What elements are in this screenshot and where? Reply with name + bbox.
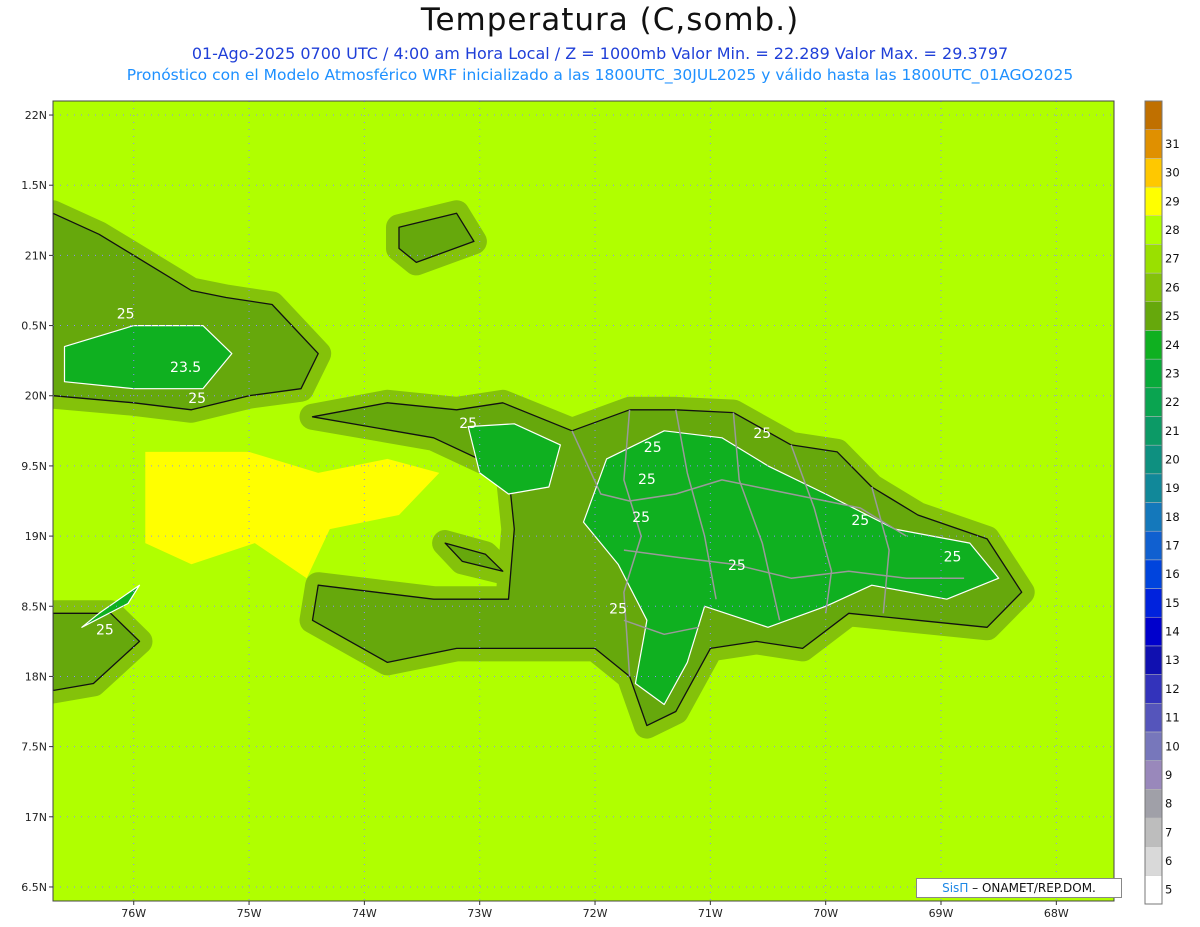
colorbar-swatch-24 xyxy=(1144,186,1163,216)
colorbar-label-18: 23 xyxy=(1165,366,1180,380)
colorbar-swatch-25 xyxy=(1144,158,1163,188)
colorbar-swatch-12 xyxy=(1144,530,1163,561)
colorbar-swatch-23 xyxy=(1144,215,1163,245)
credit-text: – ONAMET/REP.DOM. xyxy=(968,881,1096,895)
y-tick-label-0: 22N xyxy=(25,109,47,122)
colorbar-label-23: 28 xyxy=(1165,223,1180,237)
x-tick-label-3: 73W xyxy=(467,907,492,920)
colorbar-label-20: 25 xyxy=(1165,309,1180,323)
colorbar-label-10: 15 xyxy=(1165,596,1180,610)
x-tick-label-5: 71W xyxy=(698,907,723,920)
isotherm-label-2: 25 xyxy=(188,391,206,407)
credit-box: SisΠ – ONAMET/REP.DOM. xyxy=(916,878,1122,898)
colorbar-swatch-19 xyxy=(1144,330,1163,360)
y-tick-label-9: 7.5N xyxy=(21,741,47,754)
colorbar-label-14: 19 xyxy=(1165,481,1180,495)
colorbar-label-13: 18 xyxy=(1165,510,1180,524)
colorbar-swatch-10 xyxy=(1144,588,1163,618)
x-tick-label-7: 69W xyxy=(929,907,954,920)
colorbar-label-12: 17 xyxy=(1165,539,1180,553)
x-tick-label-4: 72W xyxy=(583,907,608,920)
isotherm-label-1: 23.5 xyxy=(170,360,201,376)
y-axis: 22N 1.5N 21N 0.5N 20N 9.5N 19N 8.5N 18N 7.5N 17N 6.… xyxy=(21,109,53,894)
y-tick-label-5: 9.5N xyxy=(21,460,47,473)
colorbar-label-1: 6 xyxy=(1165,854,1172,868)
y-tick-label-2: 21N xyxy=(25,249,47,262)
colorbar-label-17: 22 xyxy=(1165,395,1180,409)
colorbar-label-24: 29 xyxy=(1165,194,1180,208)
colorbar-swatch-9 xyxy=(1144,616,1163,647)
credit-brand: SisΠ xyxy=(942,881,969,895)
colorbar-swatch-0 xyxy=(1144,875,1163,905)
colorbar-label-15: 20 xyxy=(1165,452,1180,466)
colorbar-swatch-3 xyxy=(1144,789,1163,819)
colorbar: 5 6 7 8 9 10 11 12 13 14 15 16 17 18 19 20 21 22 23 24 25 26 2… xyxy=(1144,100,1180,905)
colorbar-swatch-5 xyxy=(1144,731,1163,761)
colorbar-label-5: 10 xyxy=(1165,739,1180,753)
colorbar-label-3: 8 xyxy=(1165,797,1172,811)
isotherm-label-8: 25 xyxy=(851,513,869,529)
colorbar-swatch-16 xyxy=(1144,416,1163,446)
colorbar-label-2: 7 xyxy=(1165,825,1172,839)
colorbar-label-25: 30 xyxy=(1165,166,1180,180)
isotherm-label-3: 25 xyxy=(459,416,477,432)
isotherm-label-4: 25 xyxy=(644,440,662,456)
colorbar-label-11: 16 xyxy=(1165,567,1180,581)
isotherm-label-12: 25 xyxy=(96,622,114,638)
colorbar-swatch-27 xyxy=(1144,100,1163,130)
y-tick-label-6: 19N xyxy=(25,530,47,543)
colorbar-swatch-4 xyxy=(1144,760,1163,790)
y-tick-label-1: 1.5N xyxy=(21,179,47,192)
colorbar-swatch-13 xyxy=(1144,502,1163,532)
colorbar-label-22: 27 xyxy=(1165,252,1180,266)
colorbar-label-9: 14 xyxy=(1165,625,1180,639)
y-tick-label-7: 8.5N xyxy=(21,600,47,613)
isotherm-label-5: 25 xyxy=(753,426,771,442)
x-tick-label-6: 70W xyxy=(813,907,838,920)
x-tick-label-1: 75W xyxy=(237,907,262,920)
colorbar-swatch-21 xyxy=(1144,272,1163,303)
colorbar-swatch-20 xyxy=(1144,301,1163,331)
y-tick-label-3: 0.5N xyxy=(21,320,47,333)
colorbar-swatch-15 xyxy=(1144,444,1163,475)
colorbar-swatch-22 xyxy=(1144,244,1163,274)
x-tick-label-0: 76W xyxy=(121,907,146,920)
isotherm-label-7: 25 xyxy=(632,510,650,526)
isotherm-label-0: 25 xyxy=(117,307,135,323)
y-tick-label-10: 17N xyxy=(25,811,47,824)
colorbar-swatch-17 xyxy=(1144,387,1163,417)
isotherm-label-11: 25 xyxy=(609,601,627,617)
colorbar-swatch-18 xyxy=(1144,358,1163,389)
y-tick-label-8: 18N xyxy=(25,670,47,683)
isotherm-label-9: 25 xyxy=(944,549,962,565)
colorbar-swatch-1 xyxy=(1144,846,1163,876)
colorbar-label-8: 13 xyxy=(1165,653,1180,667)
colorbar-swatch-7 xyxy=(1144,674,1163,704)
colorbar-label-26: 31 xyxy=(1165,137,1180,151)
colorbar-swatch-8 xyxy=(1144,645,1163,675)
colorbar-label-6: 11 xyxy=(1165,711,1180,725)
isotherm-label-10: 25 xyxy=(728,558,746,574)
colorbar-label-0: 5 xyxy=(1165,883,1172,897)
colorbar-label-4: 9 xyxy=(1165,768,1172,782)
colorbar-label-19: 24 xyxy=(1165,338,1180,352)
colorbar-label-7: 12 xyxy=(1165,682,1180,696)
x-tick-label-2: 74W xyxy=(352,907,377,920)
colorbar-swatch-14 xyxy=(1144,473,1163,503)
colorbar-swatch-6 xyxy=(1144,703,1163,733)
colorbar-label-16: 21 xyxy=(1165,424,1180,438)
colorbar-swatch-26 xyxy=(1144,129,1163,159)
colorbar-swatch-2 xyxy=(1144,817,1163,847)
y-tick-label-11: 6.5N xyxy=(21,881,47,894)
x-tick-label-8: 68W xyxy=(1044,907,1069,920)
colorbar-swatch-11 xyxy=(1144,559,1163,589)
temperature-map: 2523.5252525252525 2525252525 76W 75W 74W 73… xyxy=(21,100,1180,920)
y-tick-label-4: 20N xyxy=(25,390,47,403)
colorbar-label-21: 26 xyxy=(1165,280,1180,294)
isotherm-label-6: 25 xyxy=(638,472,656,488)
x-axis: 76W 75W 74W 73W 72W 71W 70W 69W 68W xyxy=(121,901,1069,920)
